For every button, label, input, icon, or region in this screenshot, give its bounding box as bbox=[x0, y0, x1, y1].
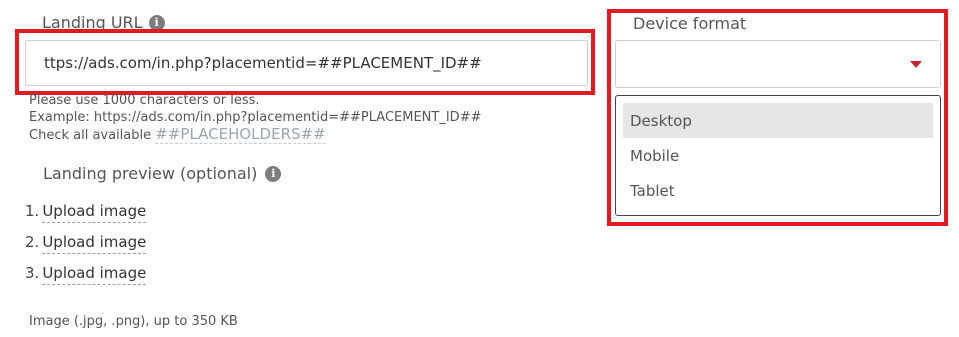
device-format-label: Device format bbox=[633, 14, 747, 33]
option-tablet[interactable]: Tablet bbox=[623, 173, 933, 208]
upload-number: 2. bbox=[25, 233, 40, 251]
option-desktop[interactable]: Desktop bbox=[623, 103, 933, 138]
device-format-dropdown: Desktop Mobile Tablet bbox=[615, 95, 941, 216]
upload-image-link-1[interactable]: Upload image bbox=[42, 202, 147, 223]
landing-url-value: ttps://ads.com/in.php?placementid=##PLAC… bbox=[44, 54, 482, 72]
image-format-note: Image (.jpg, .png), up to 350 KB bbox=[29, 314, 238, 329]
upload-image-link-3[interactable]: Upload image bbox=[42, 264, 147, 285]
help-check-line: Check all available ##PLACEHOLDERS## bbox=[29, 125, 481, 144]
upload-number: 1. bbox=[25, 202, 40, 220]
upload-image-link-2[interactable]: Upload image bbox=[42, 233, 147, 254]
upload-item: 1. Upload image bbox=[25, 202, 147, 233]
help-example-text: Example: https://ads.com/in.php?placemen… bbox=[29, 110, 482, 125]
caret-down-icon[interactable] bbox=[910, 61, 922, 68]
upload-item: 2. Upload image bbox=[25, 233, 147, 264]
placeholders-link[interactable]: ##PLACEHOLDERS## bbox=[155, 125, 326, 144]
landing-preview-label-text: Landing preview (optional) bbox=[43, 164, 258, 183]
help-limit-text: Please use 1000 characters or less. bbox=[29, 93, 260, 108]
landing-preview-label: Landing preview (optional) i bbox=[43, 164, 282, 183]
help-check-text: Check all available bbox=[29, 128, 152, 143]
upload-number: 3. bbox=[25, 264, 40, 282]
option-mobile[interactable]: Mobile bbox=[623, 138, 933, 173]
landing-url-input[interactable]: ttps://ads.com/in.php?placementid=##PLAC… bbox=[25, 40, 588, 86]
info-icon[interactable]: i bbox=[265, 165, 282, 182]
upload-item: 3. Upload image bbox=[25, 264, 147, 295]
upload-list: 1. Upload image 2. Upload image 3. Uploa… bbox=[25, 202, 147, 295]
device-format-select[interactable] bbox=[615, 40, 941, 88]
landing-url-help: Please use 1000 characters or less. Exam… bbox=[29, 92, 481, 144]
